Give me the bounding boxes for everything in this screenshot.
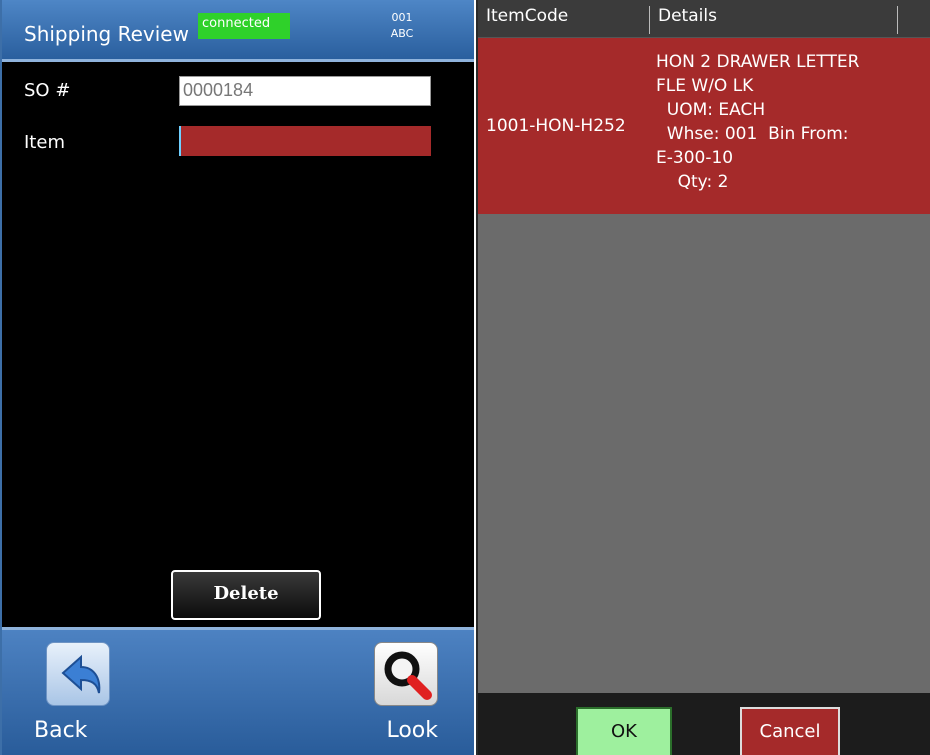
back-arrow-icon bbox=[46, 642, 110, 706]
item-lookup-panel: ItemCode Details 1001-HON-H252 HON 2 DRA… bbox=[476, 0, 930, 755]
column-header-details[interactable]: Details bbox=[650, 6, 898, 34]
dialog-footer: OK Cancel bbox=[478, 693, 930, 755]
magnifier-icon bbox=[374, 642, 438, 706]
back-label: Back bbox=[34, 718, 88, 743]
item-input[interactable] bbox=[179, 126, 431, 156]
look-label: Look bbox=[386, 718, 438, 743]
back-button[interactable]: Back bbox=[34, 642, 114, 752]
cancel-button[interactable]: Cancel bbox=[740, 707, 840, 755]
row-item-code: 1001-HON-H252 bbox=[486, 116, 626, 136]
left-panel: Shipping Review connected 001 ABC SO # 0… bbox=[0, 0, 474, 755]
column-header-extra bbox=[898, 6, 930, 34]
title-bar: Shipping Review connected 001 ABC bbox=[2, 0, 474, 62]
item-label: Item bbox=[24, 132, 65, 153]
grid-header: ItemCode Details bbox=[478, 0, 930, 38]
header-code-line1: 001 bbox=[391, 11, 413, 24]
bottom-toolbar: Back Look bbox=[2, 627, 474, 755]
delete-button[interactable]: Delete bbox=[171, 570, 321, 620]
look-button[interactable]: Look bbox=[364, 642, 444, 752]
header-code-line2: ABC bbox=[390, 27, 414, 40]
so-number-label: SO # bbox=[24, 80, 71, 101]
row-details: HON 2 DRAWER LETTER FLE W/O LK UOM: EACH… bbox=[656, 52, 860, 192]
column-header-itemcode[interactable]: ItemCode bbox=[478, 6, 650, 34]
app-title: Shipping Review bbox=[24, 22, 189, 46]
ok-button[interactable]: OK bbox=[576, 707, 672, 755]
connection-status-badge: connected bbox=[198, 13, 290, 39]
header-code: 001 ABC bbox=[362, 10, 442, 42]
so-number-input[interactable]: 0000184 bbox=[179, 76, 431, 106]
table-row[interactable]: 1001-HON-H252 HON 2 DRAWER LETTER FLE W/… bbox=[478, 38, 930, 214]
